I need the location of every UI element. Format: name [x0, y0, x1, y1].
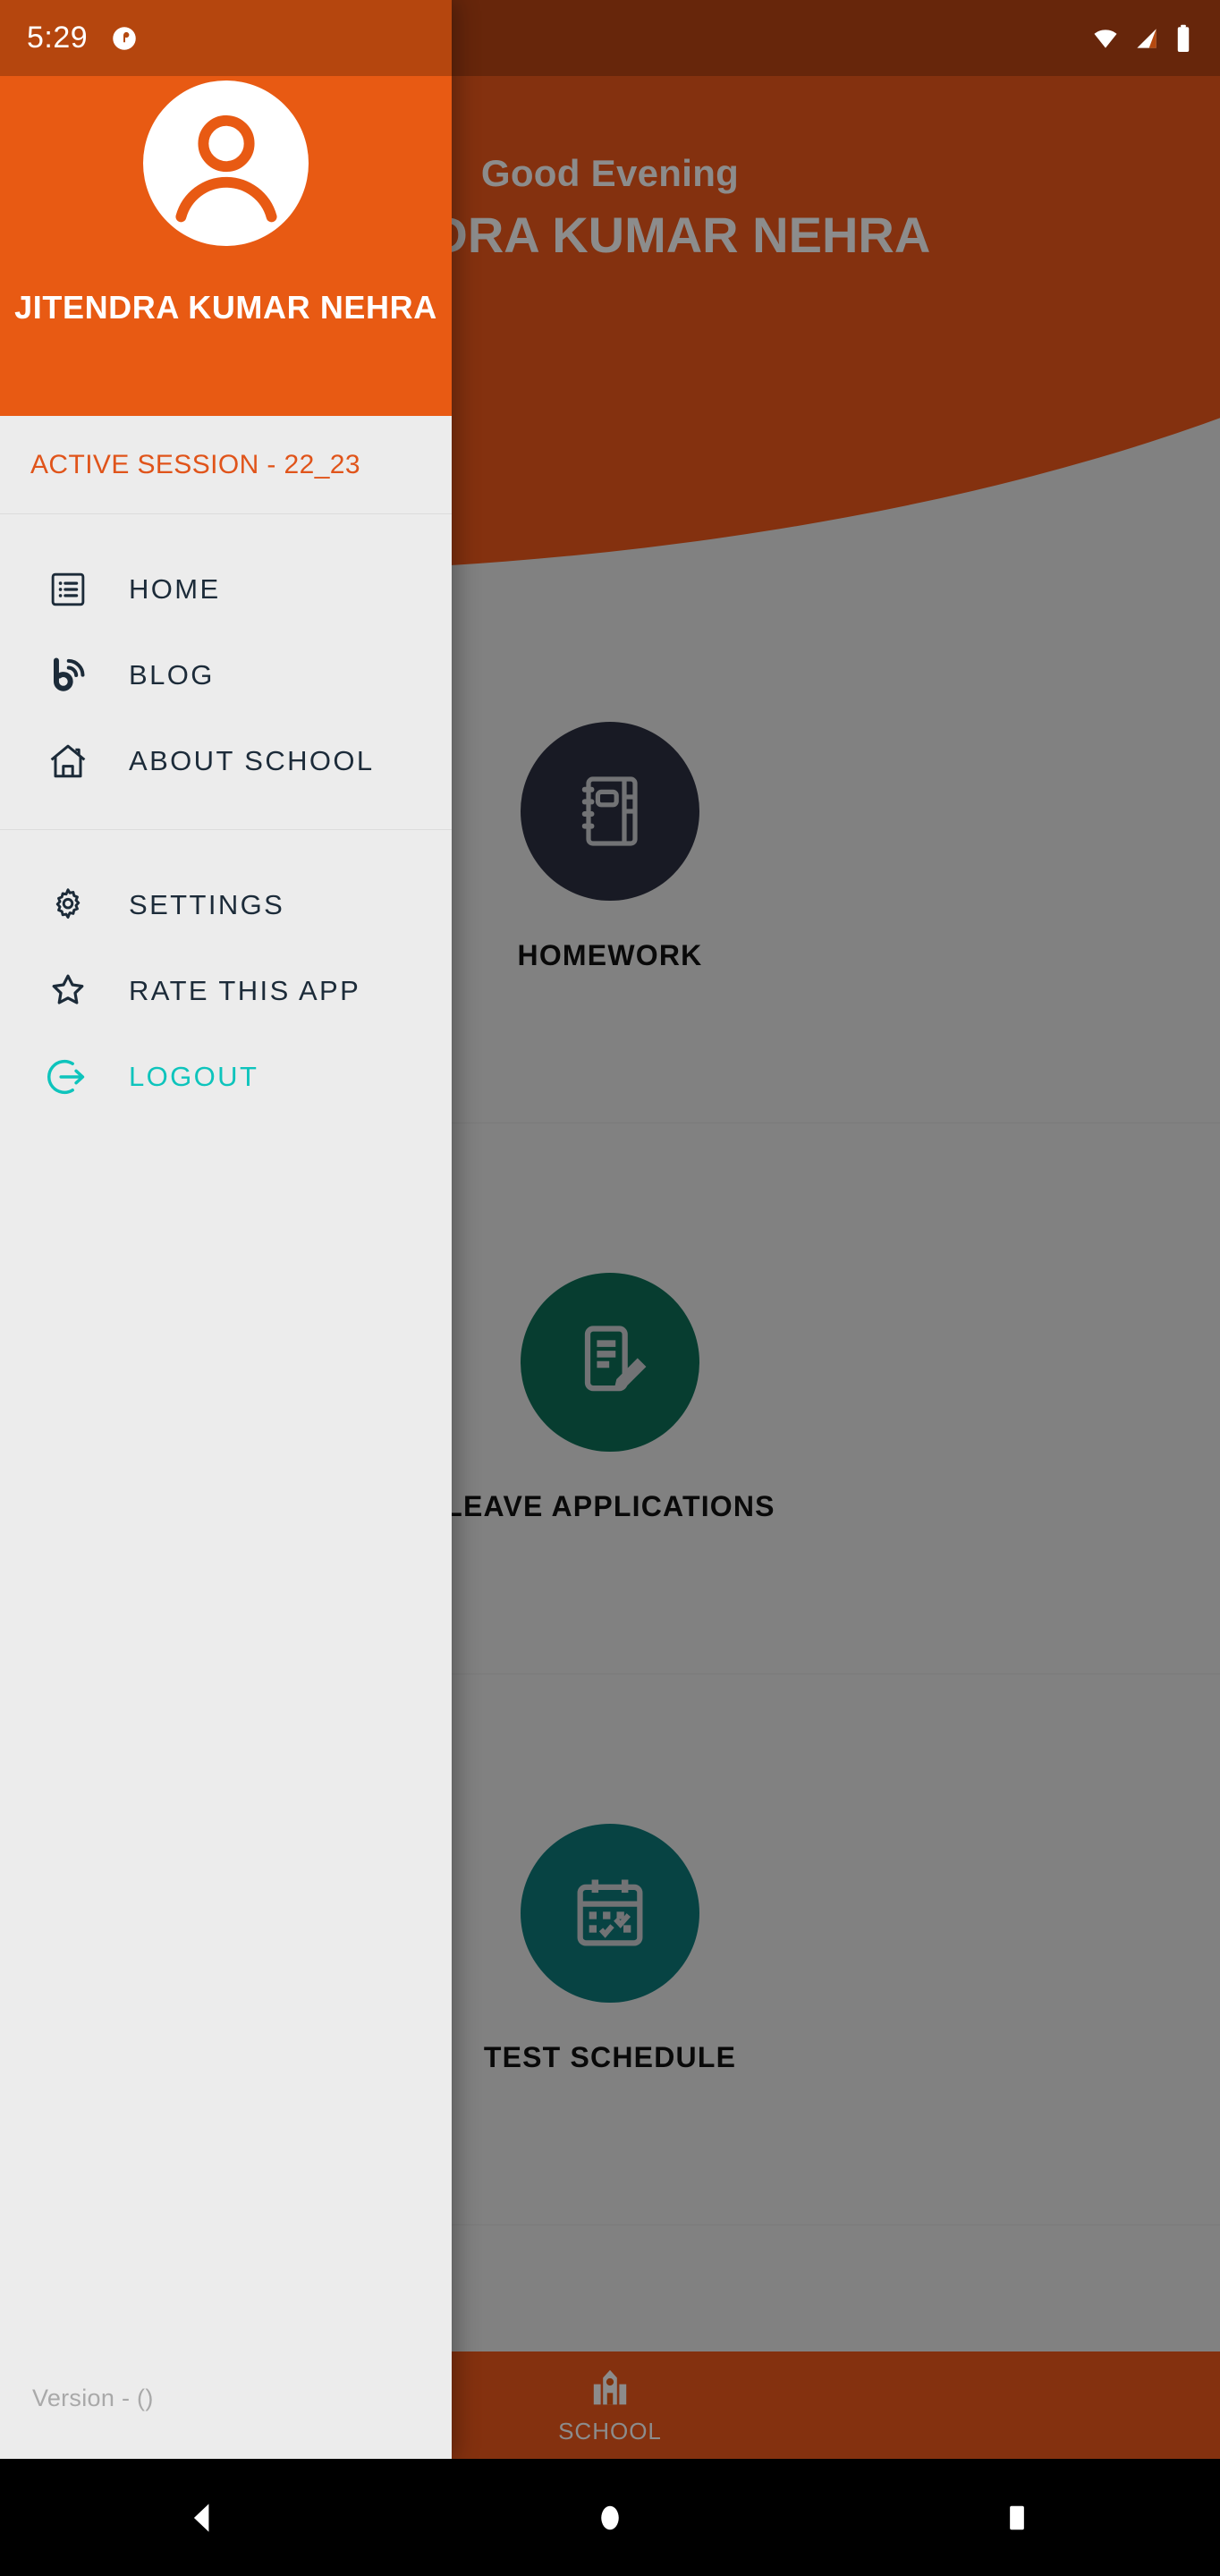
logout-arrow-icon [43, 1052, 93, 1102]
home-house-icon [43, 736, 93, 786]
leave-applications-label: LEAVE APPLICATIONS [445, 1489, 775, 1522]
notification-dot-icon [113, 26, 136, 50]
blog-rss-icon [43, 650, 93, 700]
sidebar-item-settings-label: SETTINGS [129, 889, 285, 920]
sidebar-item-blog[interactable]: BLOG [0, 632, 452, 718]
avatar[interactable] [143, 80, 309, 246]
battery-full-icon [1177, 24, 1190, 52]
sidebar-item-about-school[interactable]: ABOUT SCHOOL [0, 718, 452, 804]
android-home-button[interactable] [556, 2459, 664, 2576]
homework-icon-circle [521, 721, 699, 901]
navigation-drawer: JITENDRA KUMAR NEHRA ACTIVE SESSION - 22… [0, 0, 452, 2459]
android-navigation-bar [0, 2459, 1220, 2576]
bottom-nav-item-school[interactable]: SCHOOL [558, 2366, 662, 2445]
user-avatar-icon [174, 114, 277, 222]
sidebar-item-rate-this-app[interactable]: RATE THIS APP [0, 948, 452, 1034]
version-label: Version - () [32, 2385, 154, 2411]
drawer-menu-group-primary: HOME BLOG ABOUT SCHOOL [0, 514, 452, 829]
school-building-icon [593, 2369, 627, 2404]
test-schedule-icon-circle [521, 1823, 699, 2003]
recents-square-icon [1009, 2505, 1024, 2529]
drawer-spacer [0, 1145, 452, 2385]
android-back-button[interactable] [149, 2459, 257, 2576]
drawer-username: JITENDRA KUMAR NEHRA [14, 289, 437, 326]
drawer-menu-group-secondary: SETTINGS RATE THIS APP LOGOUT [0, 829, 452, 1145]
sidebar-item-home[interactable]: HOME [0, 547, 452, 632]
sidebar-item-settings[interactable]: SETTINGS [0, 862, 452, 948]
leave-applications-icon-circle [521, 1272, 699, 1452]
sidebar-item-logout[interactable]: LOGOUT [0, 1034, 452, 1120]
star-icon [43, 966, 93, 1016]
homework-label: HOMEWORK [517, 938, 703, 971]
android-recents-button[interactable] [963, 2459, 1071, 2576]
sidebar-item-rate-this-app-label: RATE THIS APP [129, 975, 361, 1006]
status-bar-clock: 5:29 [27, 21, 89, 55]
sidebar-item-logout-label: LOGOUT [129, 1061, 259, 1092]
active-session-label: ACTIVE SESSION - 22_23 [30, 449, 360, 479]
status-bar-left: 5:29 [27, 21, 140, 55]
test-schedule-label: TEST SCHEDULE [483, 2040, 737, 2073]
sidebar-item-about-school-label: ABOUT SCHOOL [129, 745, 375, 776]
home-circle-icon [601, 2505, 619, 2529]
active-session-row[interactable]: ACTIVE SESSION - 22_23 [0, 416, 452, 514]
bottom-nav-school-label: SCHOOL [558, 2417, 662, 2445]
version-row: Version - () [0, 2385, 452, 2459]
wifi-icon [1094, 29, 1117, 48]
back-triangle-icon [194, 2503, 209, 2532]
cellular-signal-icon [1137, 28, 1156, 48]
status-bar: 5:29 [0, 0, 1220, 76]
notebook-icon [581, 775, 638, 846]
sidebar-item-blog-label: BLOG [129, 659, 215, 691]
document-pencil-icon [584, 1325, 647, 1391]
gear-icon [43, 880, 93, 930]
status-bar-right [1091, 23, 1193, 54]
list-box-icon [43, 564, 93, 614]
calendar-check-icon [577, 1879, 643, 1945]
sidebar-item-home-label: HOME [129, 573, 221, 605]
